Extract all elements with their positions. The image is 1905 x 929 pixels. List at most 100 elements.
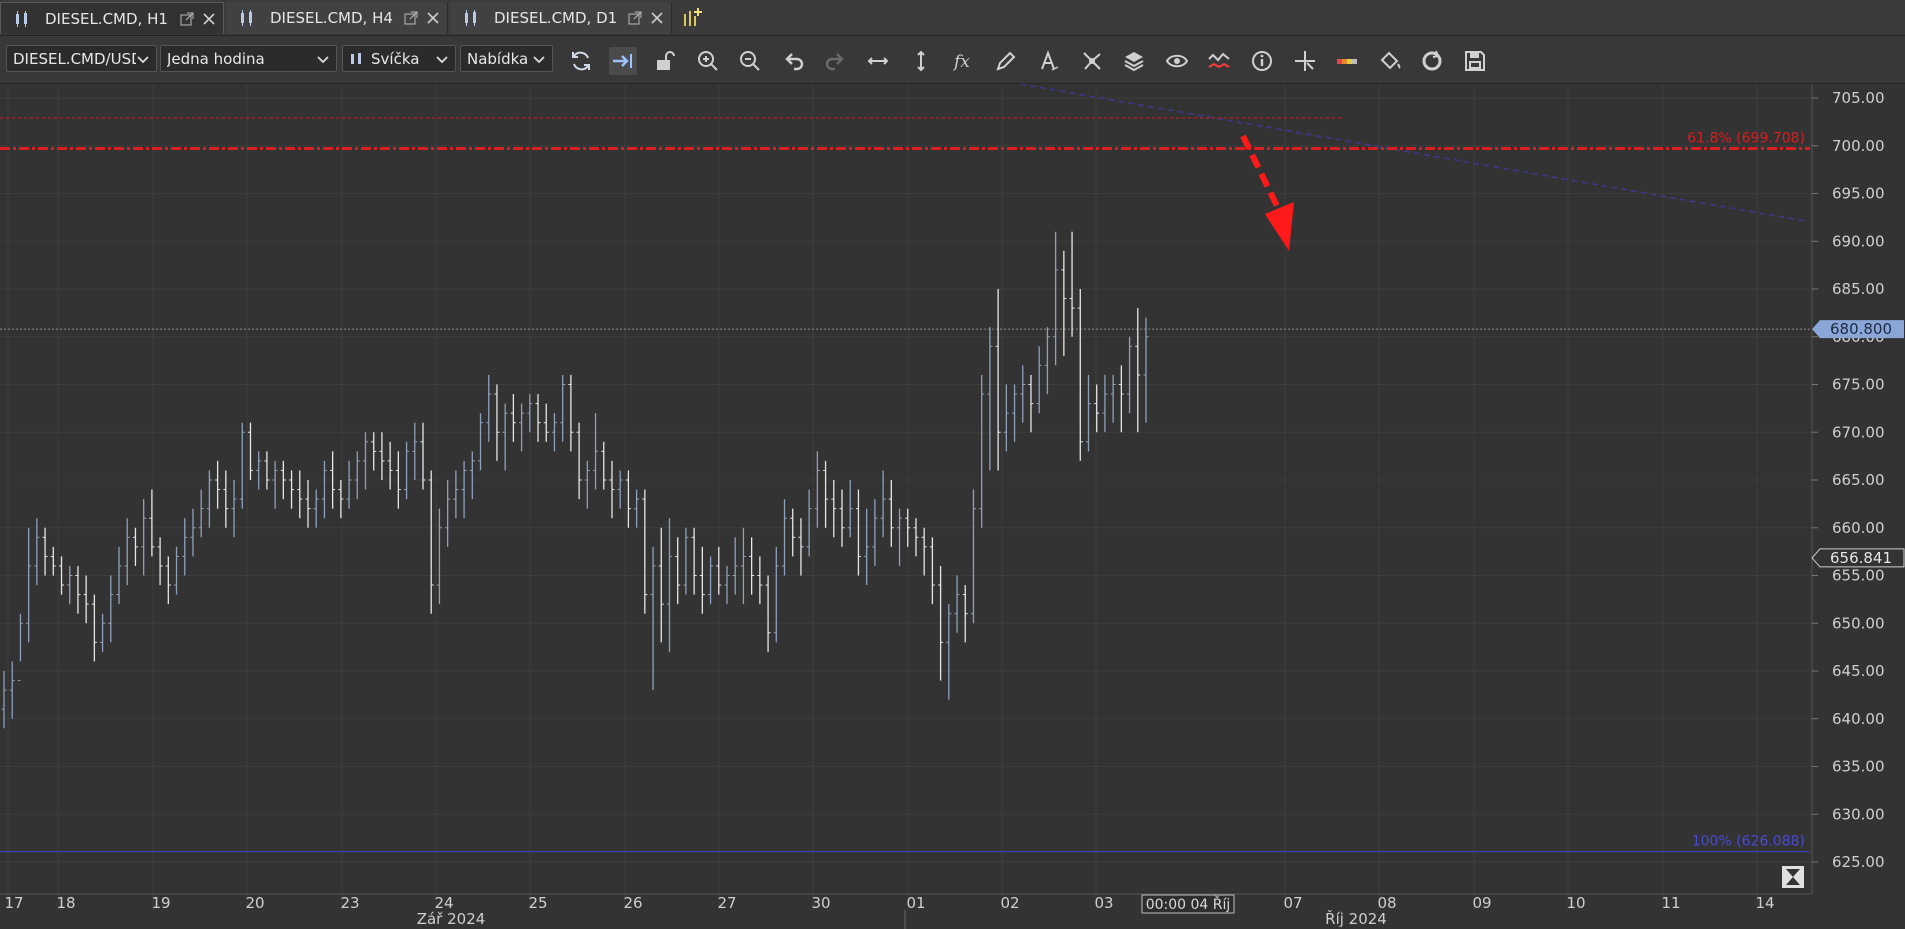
- ohlc-bar: [584, 460, 590, 509]
- ohlc-bar: [379, 432, 385, 480]
- crosshair-button[interactable]: [1291, 47, 1319, 75]
- chevron-down-icon: [317, 55, 329, 63]
- ohlc-bar: [297, 470, 303, 519]
- trendline[interactable]: [1019, 84, 1806, 222]
- pencil-icon: [996, 51, 1016, 71]
- ohlc-bar: [913, 518, 919, 557]
- date-tick-label: 03: [1094, 894, 1113, 912]
- color-theme-button[interactable]: [1333, 47, 1361, 75]
- price-chart[interactable]: 61.8% (699.708) 100% (626.088) 705.00 700…: [0, 84, 1905, 929]
- date-axis[interactable]: 17 18 19 20 23 24 25 26 27 30 01 02 03 07 08 09 10 11 14: [0, 893, 1812, 929]
- vertical-resize-icon: [917, 50, 925, 72]
- ohlc-bar: [1118, 365, 1124, 433]
- chart-grid: [0, 84, 1812, 910]
- undo-button[interactable]: [779, 47, 807, 75]
- instrument-select[interactable]: DIESEL.CMD/USD: [6, 45, 157, 72]
- indicators-button[interactable]: fx: [950, 47, 978, 75]
- ohlc-bar: [658, 527, 664, 643]
- ohlc-bar: [946, 604, 952, 700]
- ohlc-bar: [502, 403, 508, 471]
- refresh-button[interactable]: [567, 47, 595, 75]
- lock-button[interactable]: [651, 47, 679, 75]
- fib-100-label: 100% (626.088): [1692, 834, 1805, 850]
- price-tick-label: 660.00: [1832, 519, 1885, 537]
- ohlc-bar: [428, 470, 434, 614]
- objects-button[interactable]: [1078, 47, 1106, 75]
- layers-button[interactable]: [1120, 47, 1148, 75]
- price-tick-label: 665.00: [1832, 471, 1885, 489]
- ohlc-bar: [461, 460, 467, 519]
- offer-side-select[interactable]: Nabídka: [460, 45, 553, 72]
- ohlc-bar: [535, 394, 541, 442]
- date-tick-label: 26: [623, 894, 642, 912]
- tab-label: DIESEL.CMD, D1: [494, 9, 618, 27]
- ohlc-bar: [256, 451, 262, 490]
- ohlc-bar: [510, 394, 516, 442]
- tab-diesel-h1[interactable]: DIESEL.CMD, H1: [0, 2, 224, 34]
- ohlc-bar: [708, 556, 714, 605]
- tab-diesel-h4[interactable]: DIESEL.CMD, H4: [226, 2, 448, 34]
- ohlc-bar: [1, 671, 7, 729]
- date-tick-label: 18: [56, 894, 75, 912]
- reload-button[interactable]: [1418, 47, 1446, 75]
- palette-bar-icon: [1337, 59, 1357, 64]
- period-select[interactable]: Jedna hodina: [160, 45, 337, 72]
- hourglass-icon[interactable]: [1782, 866, 1804, 888]
- ohlc-bar: [1094, 384, 1100, 433]
- date-tick-label: 07: [1283, 894, 1302, 912]
- chart-toolbar: DIESEL.CMD/USD Jedna hodina Svíčka Nabíd…: [0, 36, 1905, 84]
- zoom-out-icon: [740, 51, 760, 71]
- ohlc-bar: [149, 489, 155, 557]
- ohlc-bar: [494, 384, 500, 461]
- close-icon[interactable]: [649, 10, 665, 26]
- info-button[interactable]: [1248, 47, 1276, 75]
- ohlc-bar: [338, 480, 344, 519]
- redo-button[interactable]: [822, 47, 850, 75]
- network-icon: [1083, 52, 1101, 70]
- ohlc-bar: [67, 565, 73, 605]
- popout-icon[interactable]: [403, 10, 419, 26]
- indicator-panel-button[interactable]: [1205, 47, 1233, 75]
- price-tick-label: 625.00: [1832, 853, 1885, 871]
- close-icon[interactable]: [201, 11, 217, 27]
- candlestick-icon: [241, 10, 252, 26]
- unlock-icon: [657, 51, 675, 70]
- date-tick-label: 10: [1566, 894, 1585, 912]
- last-price-tag: 656.841: [1811, 548, 1905, 568]
- text-button[interactable]: [1035, 47, 1063, 75]
- zoom-in-icon: [698, 51, 718, 71]
- ohlc-bar: [436, 508, 442, 605]
- ohlc-bar: [929, 537, 935, 605]
- popout-icon[interactable]: [179, 11, 195, 27]
- ohlc-bar: [1020, 365, 1026, 423]
- horizontal-scale-button[interactable]: [864, 47, 892, 75]
- add-chart-tab-icon[interactable]: [680, 6, 704, 30]
- date-tick-label: 20: [245, 894, 264, 912]
- draw-button[interactable]: [992, 47, 1020, 75]
- fill-button[interactable]: [1376, 47, 1404, 75]
- close-icon[interactable]: [425, 10, 441, 26]
- ohlc-bar: [666, 518, 672, 652]
- ohlc-bar: [527, 394, 533, 433]
- chart-type-select[interactable]: Svíčka: [342, 45, 456, 72]
- ohlc-bar: [798, 518, 804, 576]
- ohlc-bar: [264, 451, 270, 490]
- ohlc-bar: [970, 489, 976, 624]
- popout-icon[interactable]: [627, 10, 643, 26]
- save-button[interactable]: [1461, 47, 1489, 75]
- tab-label: DIESEL.CMD, H1: [45, 9, 168, 28]
- zoom-in-button[interactable]: [694, 47, 722, 75]
- tab-diesel-d1[interactable]: DIESEL.CMD, D1: [450, 2, 672, 34]
- zoom-out-button[interactable]: [736, 47, 764, 75]
- ohlc-bar: [593, 413, 599, 490]
- ohlc-bar: [182, 518, 188, 576]
- chevron-down-icon: [137, 55, 149, 63]
- price-axis[interactable]: 705.00700.00695.00690.00685.00680.00675.…: [1811, 84, 1885, 894]
- visibility-button[interactable]: [1163, 47, 1191, 75]
- fib-618-label: 61.8% (699.708): [1687, 131, 1805, 147]
- vertical-scale-button[interactable]: [907, 47, 935, 75]
- date-tick-label: 02: [1000, 894, 1019, 912]
- shift-chart-button[interactable]: [609, 47, 637, 75]
- ohlc-bar: [239, 422, 245, 509]
- price-tick-label: 670.00: [1832, 423, 1885, 441]
